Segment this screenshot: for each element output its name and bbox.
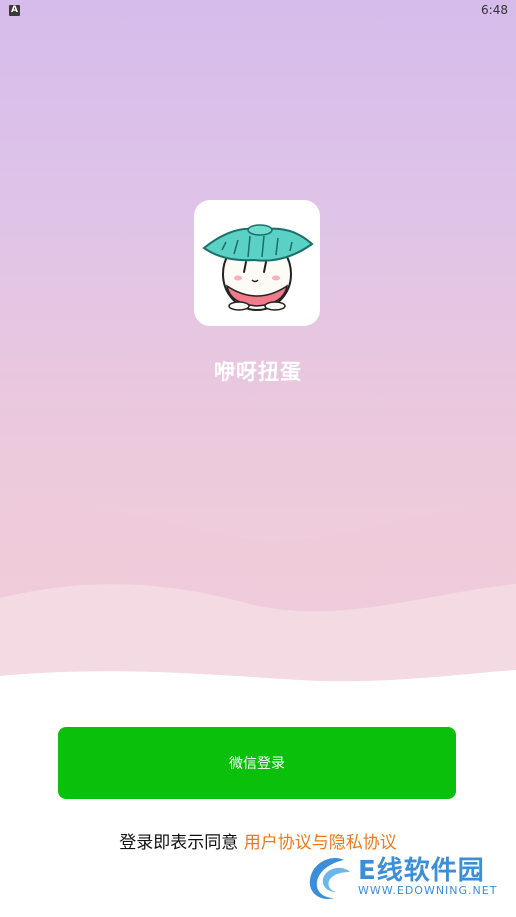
egg-mascot-illustration bbox=[202, 224, 314, 311]
watermark-brand: E线软件园 bbox=[358, 856, 485, 886]
agreement-prefix: 登录即表示同意 bbox=[119, 833, 244, 853]
status-time: 6:48 bbox=[481, 3, 508, 17]
login-screen: A 6:48 咿呀扭蛋 微信登录 登录即表示同意 用户协议与隐私协议 E线软件园… bbox=[0, 0, 516, 917]
app-name: 咿呀扭蛋 bbox=[214, 360, 302, 384]
status-bar: A 6:48 bbox=[0, 0, 516, 22]
watermark-url: WWW.EDOWNING.NET bbox=[358, 884, 498, 897]
app-logo-icon bbox=[194, 200, 320, 326]
watermark: E线软件园 WWW.EDOWNING.NET bbox=[300, 848, 510, 908]
notification-a-icon: A bbox=[9, 5, 20, 16]
wechat-login-button[interactable]: 微信登录 bbox=[58, 727, 456, 799]
background-waves bbox=[0, 502, 516, 720]
watermark-logo-icon bbox=[309, 858, 350, 900]
